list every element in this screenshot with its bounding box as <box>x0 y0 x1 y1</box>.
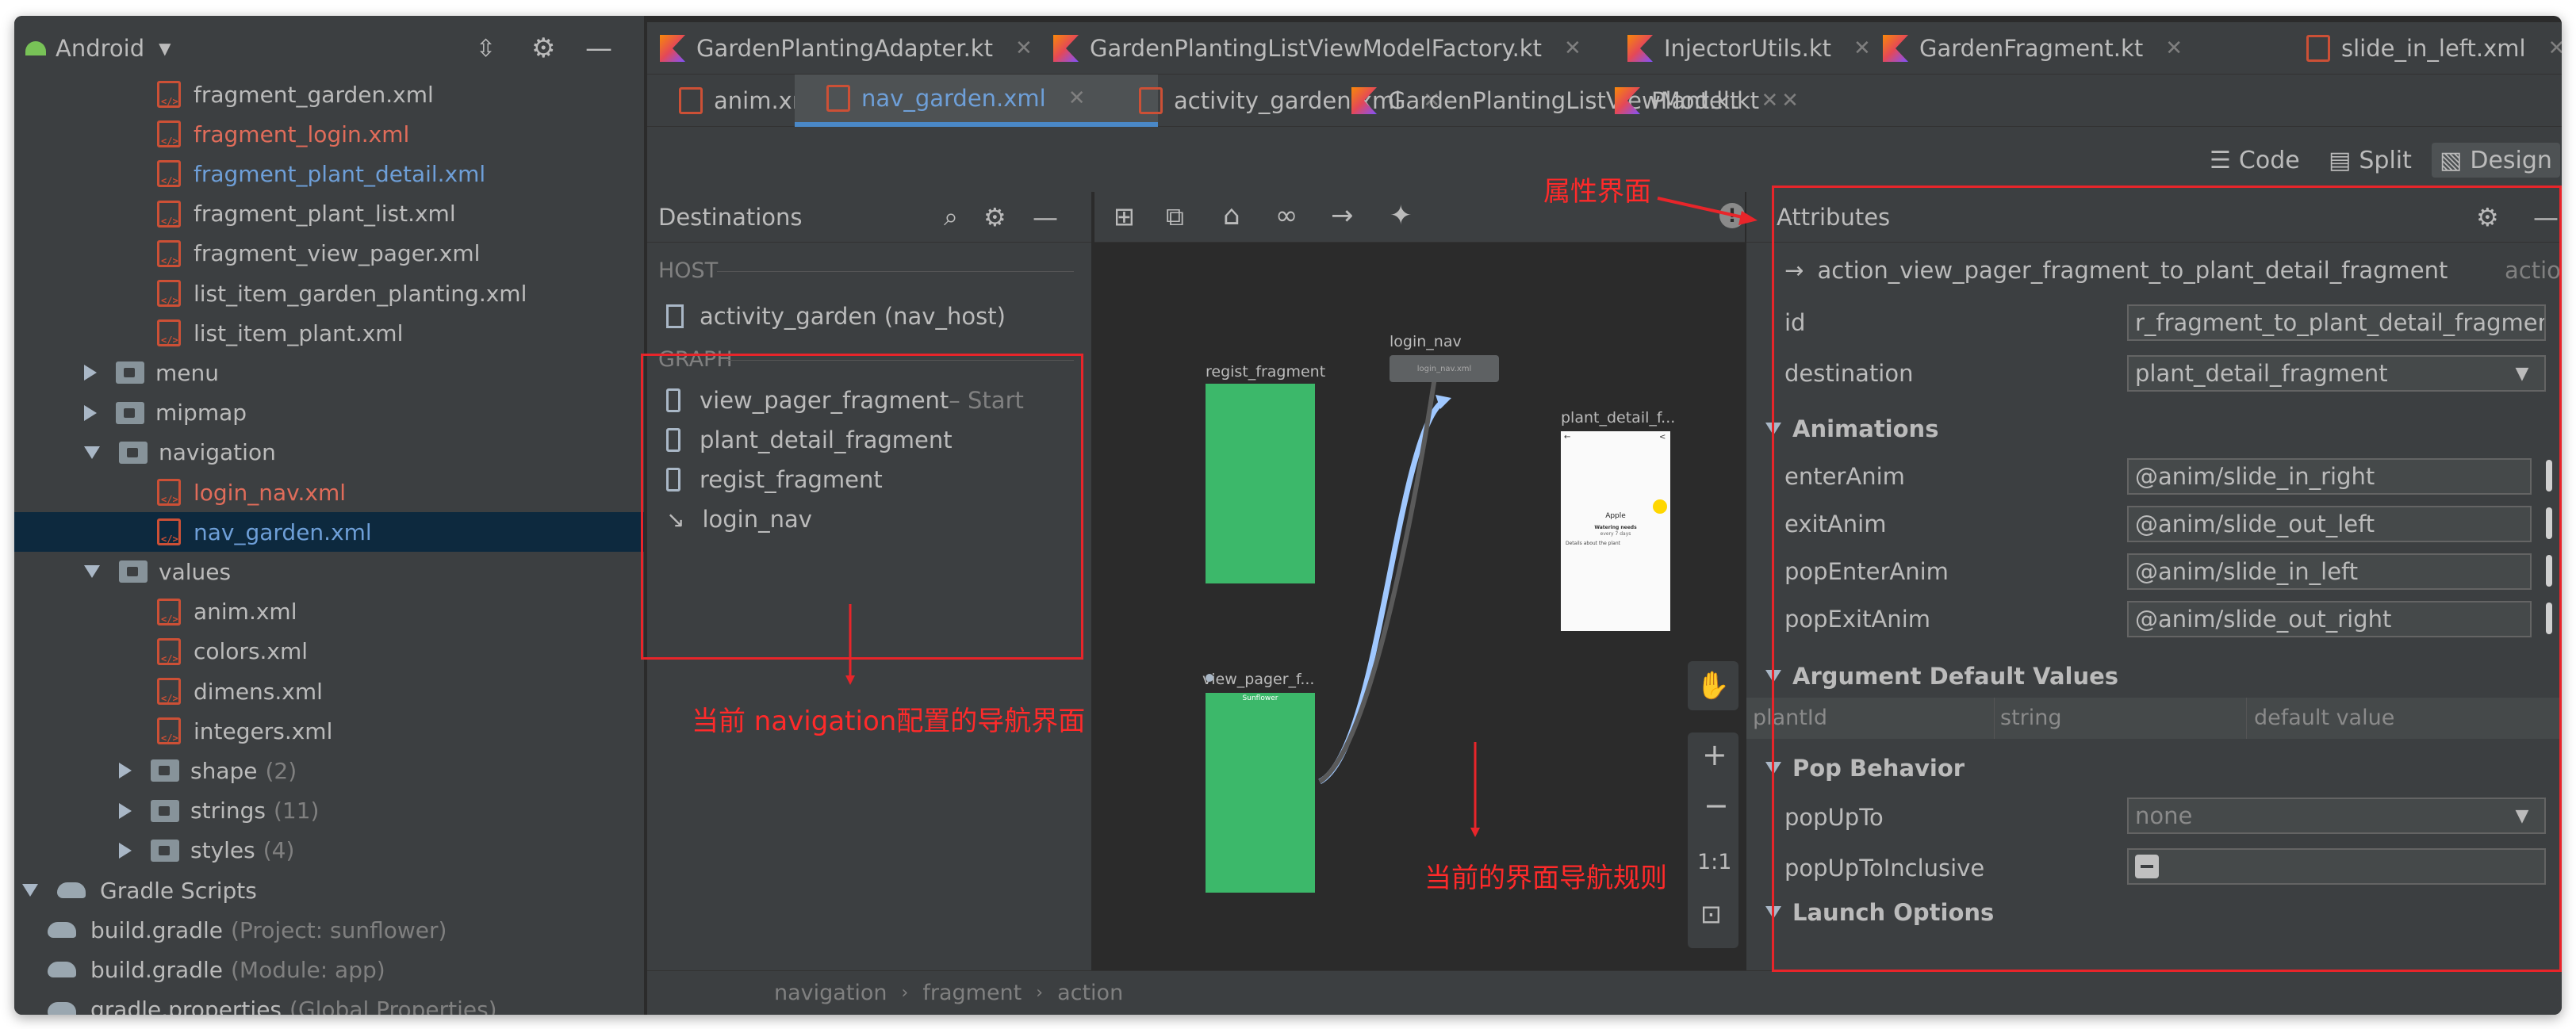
arrowhead <box>845 675 855 685</box>
annotation-arrows <box>845 197 1758 837</box>
annotation-attributes-label: 属性界面 <box>1543 176 1651 208</box>
arrowhead <box>1470 828 1480 837</box>
annotation-navigation-label: 当前 navigation配置的导航界面 <box>692 706 1086 737</box>
arrowhead <box>1738 211 1758 225</box>
annotation-rules-label: 当前的界面导航规则 <box>1424 863 1667 894</box>
annotation-arrow <box>1657 197 1750 220</box>
